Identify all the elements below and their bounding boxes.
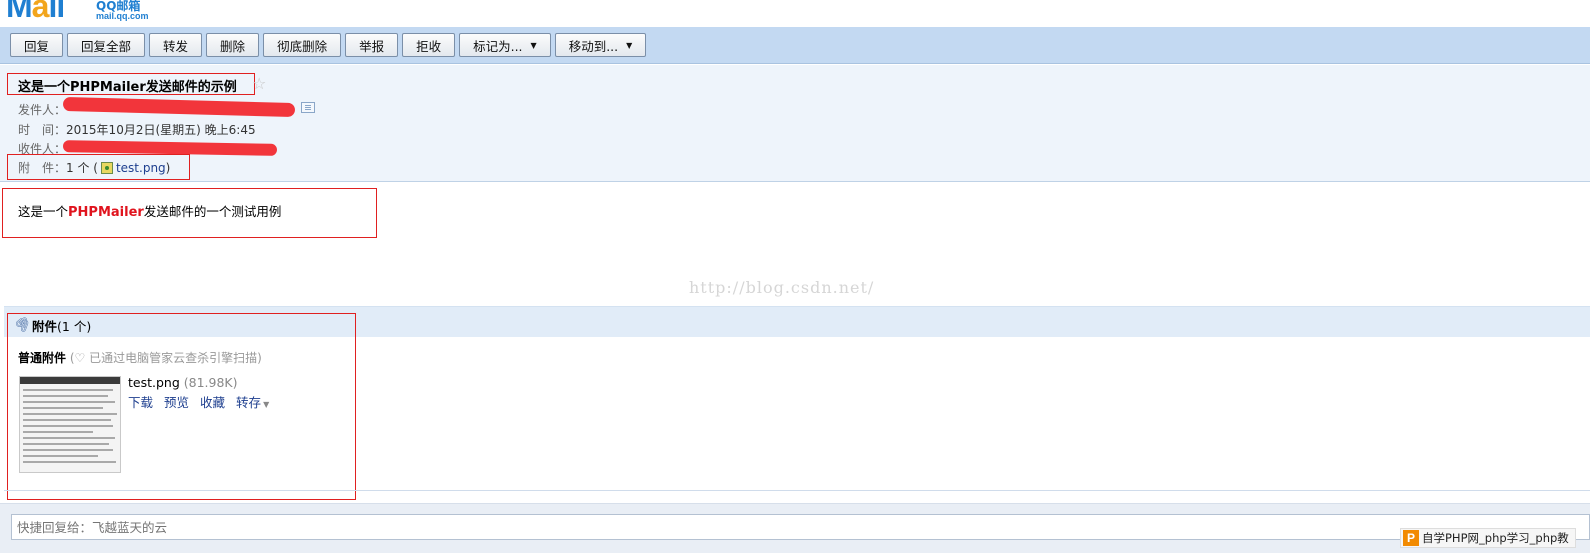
- watermark-text: http://blog.csdn.net/: [689, 278, 875, 297]
- star-icon[interactable]: ☆: [252, 74, 266, 93]
- reply-all-button[interactable]: 回复全部: [67, 33, 146, 57]
- sender-row: 发件人：: [18, 101, 66, 118]
- time-row: 时 间：2015年10月2日(星期五) 晚上6:45: [18, 121, 256, 138]
- mail-header: 这是一个PHPMailer发送邮件的示例 ☆ 发件人： 时 间：2015年10月…: [0, 65, 1590, 182]
- time-value: 2015年10月2日(星期五) 晚上6:45: [66, 123, 256, 137]
- annotation-box: [7, 154, 190, 180]
- mail-read-page: Mail QQ邮箱 mail.qq.com 回复 回复全部 转发 删除 彻底删除…: [0, 0, 1590, 560]
- reply-button[interactable]: 回复: [10, 33, 64, 57]
- site-brand-text: 自学PHP网_php学习_php教: [1422, 531, 1569, 545]
- chevron-down-icon: ▼: [530, 40, 537, 50]
- logo-mark: Mail: [6, 0, 65, 22]
- annotation-box: [2, 188, 377, 238]
- forward-button[interactable]: 转发: [149, 33, 203, 57]
- site-brand-tag[interactable]: P 自学PHP网_php学习_php教: [1400, 528, 1576, 548]
- site-logo-icon: P: [1403, 530, 1419, 546]
- qq-mail-logo[interactable]: Mail: [6, 0, 64, 22]
- annotation-box: [7, 73, 255, 95]
- logo-url: mail.qq.com: [96, 11, 149, 21]
- permanent-delete-button[interactable]: 彻底删除: [263, 33, 342, 57]
- reject-button[interactable]: 拒收: [402, 33, 456, 57]
- sender-label: 发件人：: [18, 103, 67, 117]
- vcard-icon[interactable]: [301, 102, 315, 113]
- redaction-scribble: [62, 96, 296, 118]
- chevron-down-icon: ▼: [626, 40, 633, 50]
- move-to-dropdown[interactable]: 移动到... ▼: [554, 33, 647, 57]
- mark-as-dropdown[interactable]: 标记为... ▼: [459, 33, 551, 57]
- divider: [4, 490, 1590, 491]
- delete-button[interactable]: 删除: [206, 33, 260, 57]
- time-label: 时 间：: [18, 123, 67, 137]
- annotation-box: [7, 313, 356, 500]
- logo-strip: Mail QQ邮箱 mail.qq.com: [0, 0, 1590, 27]
- report-button[interactable]: 举报: [345, 33, 399, 57]
- mail-toolbar: 回复 回复全部 转发 删除 彻底删除 举报 拒收 标记为... ▼ 移动到... ▼: [0, 27, 1590, 64]
- quick-reply-input[interactable]: [11, 514, 1590, 540]
